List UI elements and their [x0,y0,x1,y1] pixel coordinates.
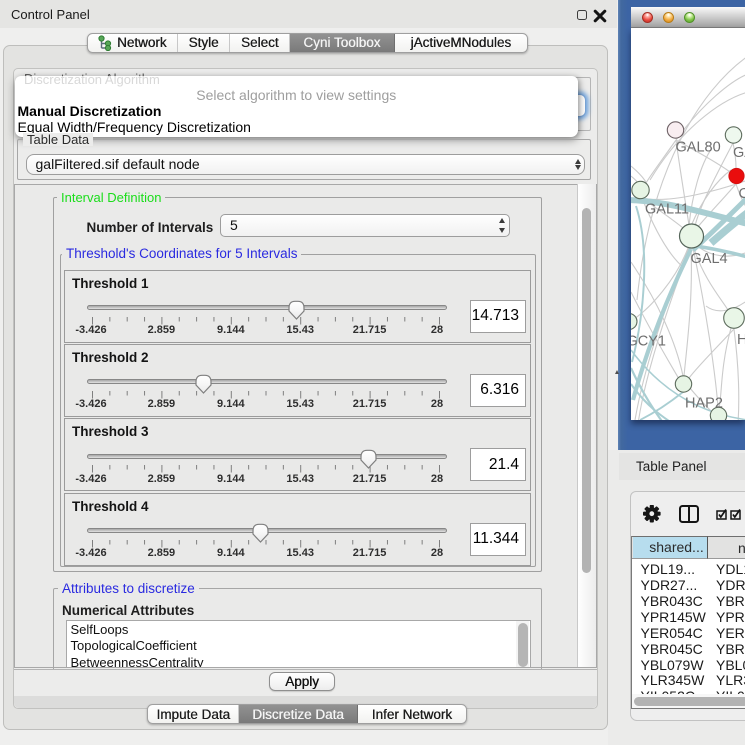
svg-text:GA: GA [733,145,745,161]
svg-text:C: C [739,186,745,202]
svg-text:GCY1: GCY1 [631,334,666,350]
svg-text:HAP2: HAP2 [685,396,723,412]
svg-text:GAL11: GAL11 [645,202,689,218]
svg-text:GAL4: GAL4 [691,251,728,267]
svg-text:GAL80: GAL80 [676,140,721,156]
svg-text:HA: HA [737,332,745,348]
